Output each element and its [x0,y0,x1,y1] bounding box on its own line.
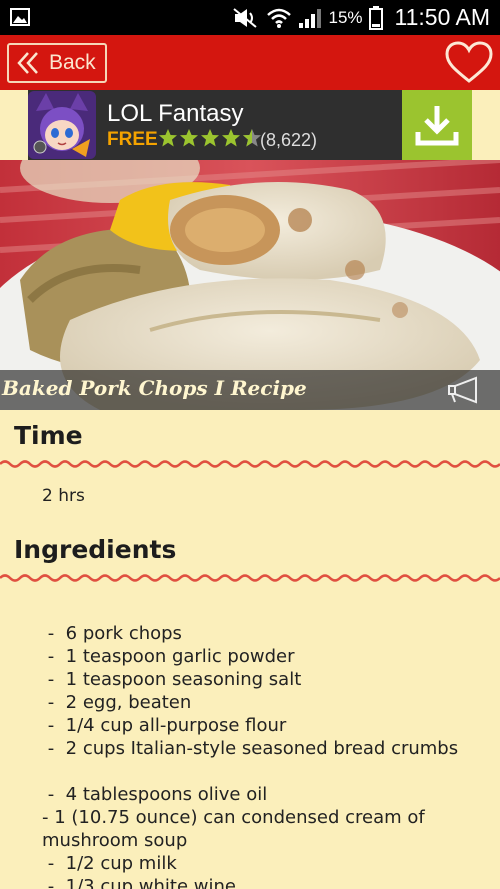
mute-icon [233,7,258,28]
ingredient-item: - 1/4 cup all-purpose flour [42,715,287,736]
heart-outline-icon[interactable] [444,41,494,85]
ingredient-item: - 2 egg, beaten [42,692,192,713]
ingredient-spacer [42,760,482,783]
recipe-photo: Baked Pork Chops I Recipe [0,160,500,410]
ingredient-item: - 2 cups Italian-style seasoned bread cr… [42,738,459,759]
star-full-icon [222,129,240,147]
ingredients-heading: Ingredients [14,535,177,564]
clock: 11:50 AM [394,4,490,30]
megaphone-icon[interactable] [446,376,482,404]
ad-price: FREE [107,129,158,150]
ad-download-button[interactable] [402,90,472,160]
back-button[interactable]: Back [7,43,107,83]
ad-banner[interactable]: LOL Fantasy FREE (8,622) [28,90,472,160]
star-full-icon [201,129,219,147]
recipe-title-bar: Baked Pork Chops I Recipe [0,370,500,410]
ingredient-item: - 4 tablespoons olive oil [42,784,268,805]
gallery-icon [10,8,30,26]
ingredient-item: - 1/2 cup milk [42,853,177,874]
battery-icon [368,5,383,30]
wavy-divider [0,574,500,582]
back-label: Back [49,51,96,74]
app-header: Back [0,35,500,90]
download-icon [415,106,459,146]
ingredient-item: - 1 (10.75 ounce) can condensed cream of… [42,807,425,851]
star-full-icon [180,129,198,147]
ad-rating-stars [158,128,262,148]
battery-percent: 15% [328,7,363,27]
status-bar: 15% 11:50 AM [0,0,500,35]
double-chevron-left-icon [17,52,38,74]
signal-icon [299,8,322,28]
ingredients-list: - 6 pork chops - 1 teaspoon garlic powde… [42,622,482,889]
recipe-title: Baked Pork Chops I Recipe [2,376,307,400]
ingredient-item: - 1 teaspoon seasoning salt [42,669,302,690]
wavy-divider [0,460,500,468]
ad-app-thumbnail [28,91,96,159]
ad-review-count: (8,622) [260,130,318,150]
wifi-icon [267,8,292,28]
star-full-icon [159,129,177,147]
ingredient-item: - 1/3 cup white wine [42,876,236,889]
ad-app-name: LOL Fantasy [107,100,244,127]
ingredient-item: - 6 pork chops [42,623,182,644]
time-heading: Time [14,421,83,450]
time-value: 2 hrs [42,486,85,506]
ingredient-item: - 1 teaspoon garlic powder [42,646,295,667]
star-half-icon [243,129,261,147]
